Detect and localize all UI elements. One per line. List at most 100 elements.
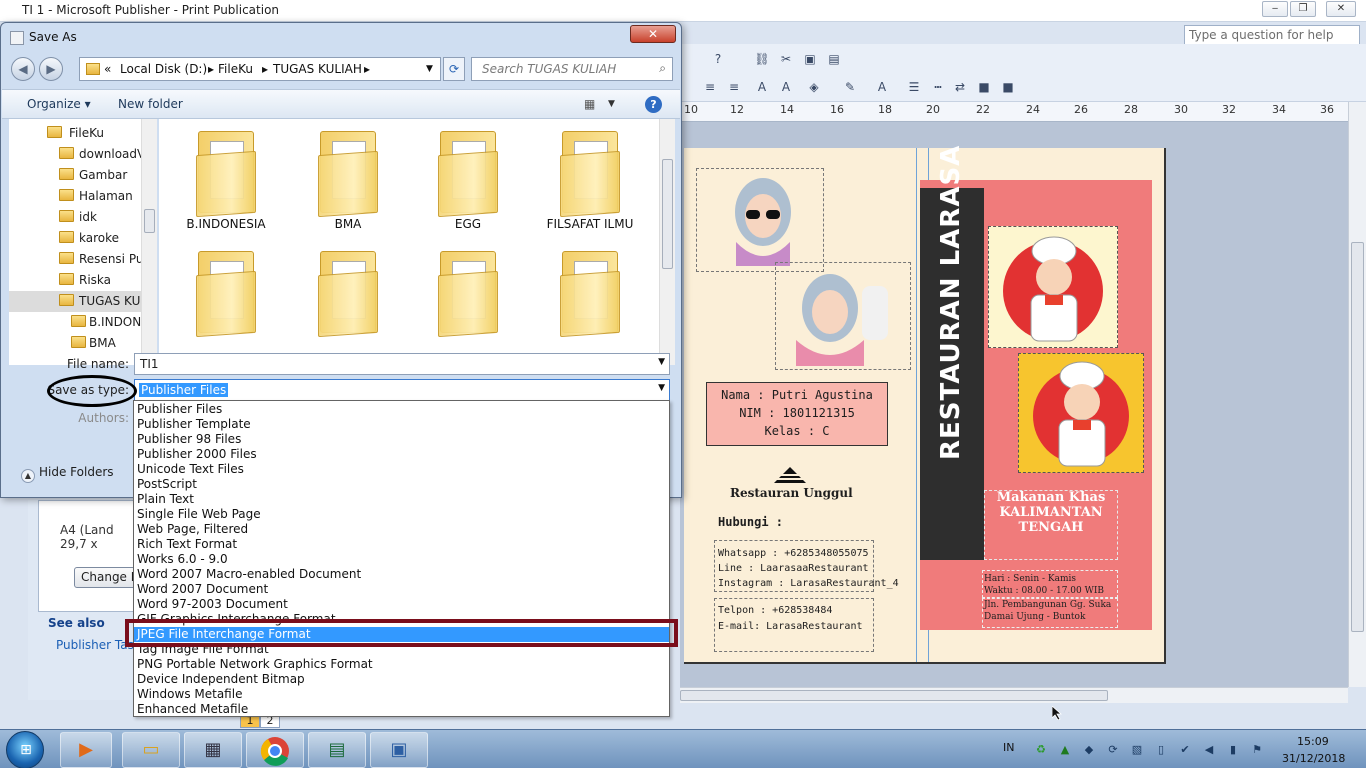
vertical-scrollbar[interactable] xyxy=(1348,102,1366,687)
save-type-option[interactable]: Publisher Template xyxy=(137,417,251,432)
organize-button[interactable]: Organize ▾ xyxy=(27,97,91,111)
shrink-font-icon[interactable]: A xyxy=(752,78,772,96)
tree-item-riska[interactable]: Riska xyxy=(9,270,149,291)
save-type-option[interactable]: Plain Text xyxy=(137,492,194,507)
restaurant-caption[interactable]: Restauran Unggul xyxy=(730,486,853,500)
tree-item-b-indonesia[interactable]: B.INDONE xyxy=(9,312,149,333)
fill-color-icon[interactable]: ◈ xyxy=(804,78,824,96)
picture-icon[interactable]: ▣ xyxy=(800,50,820,68)
help-icon[interactable]: ? xyxy=(708,50,728,68)
link-icon[interactable]: ⛓ xyxy=(752,50,772,68)
tree-item-karoke[interactable]: karoke xyxy=(9,228,149,249)
tray-sync-icon[interactable]: ⟳ xyxy=(1106,743,1120,757)
save-type-option[interactable]: PNG Portable Network Graphics Format xyxy=(137,657,373,672)
file-name-dropdown-icon[interactable]: ▼ xyxy=(658,357,665,367)
folder-item[interactable] xyxy=(171,245,281,338)
hide-folders-button[interactable]: ▲ Hide Folders xyxy=(21,465,114,483)
dialog-help-icon[interactable]: ? xyxy=(645,96,662,113)
new-folder-button[interactable]: New folder xyxy=(118,97,183,111)
language-indicator[interactable]: IN xyxy=(1003,741,1014,754)
folder-item[interactable] xyxy=(535,245,645,338)
view-icon[interactable]: ▦ xyxy=(584,97,595,111)
back-button[interactable]: ◀ xyxy=(11,57,35,81)
tray-tool-icon[interactable]: ▧ xyxy=(1130,743,1144,757)
tree-item-downloadv[interactable]: downloadV xyxy=(9,144,149,165)
save-type-option[interactable]: Device Independent Bitmap xyxy=(137,672,305,687)
horizontal-scrollbar[interactable] xyxy=(680,687,1348,703)
tray-device-icon[interactable]: ▯ xyxy=(1154,743,1168,757)
crumb-separator[interactable]: ▸ xyxy=(364,62,370,76)
save-type-option[interactable]: PostScript xyxy=(137,477,197,492)
save-type-option[interactable]: Windows Metafile xyxy=(137,687,242,702)
clock-date[interactable]: 31/12/2018 xyxy=(1282,752,1345,765)
help-search-input[interactable]: Type a question for help xyxy=(1184,25,1360,45)
save-type-option[interactable]: Word 2007 Document xyxy=(137,582,268,597)
folder-item[interactable]: BMA xyxy=(293,125,403,231)
student-info-box[interactable]: Nama : Putri Agustina NIM : 1801121315 K… xyxy=(706,382,888,446)
unlink-icon[interactable]: ✂ xyxy=(776,50,796,68)
save-type-option[interactable]: Web Page, Filtered xyxy=(137,522,248,537)
file-name-input[interactable]: TI1 ▼ xyxy=(134,353,670,375)
clock-time[interactable]: 15:09 xyxy=(1297,735,1329,748)
tree-item-gambar[interactable]: Gambar xyxy=(9,165,149,186)
picture-format-icon[interactable]: ▤ xyxy=(824,50,844,68)
dialog-close-button[interactable]: ✕ xyxy=(630,25,676,43)
save-type-option[interactable]: Single File Web Page xyxy=(137,507,261,522)
tree-item-bma[interactable]: BMA xyxy=(9,333,149,354)
refresh-icon[interactable]: ⟳ xyxy=(443,57,465,81)
address-dropdown-icon[interactable]: ▼ xyxy=(426,64,433,74)
save-type-option[interactable]: Unicode Text Files xyxy=(137,462,244,477)
crumb-overflow[interactable]: « xyxy=(104,62,111,76)
3d-style-icon[interactable]: ■ xyxy=(998,78,1018,96)
crumb-local-disk[interactable]: Local Disk (D:) xyxy=(120,62,207,76)
shadow-icon[interactable]: ■ xyxy=(974,78,994,96)
crumb-separator[interactable]: ▸ xyxy=(208,62,214,76)
chef-image-frame[interactable] xyxy=(988,226,1118,348)
action-center-icon[interactable]: ⚑ xyxy=(1250,743,1264,757)
network-signal-icon[interactable]: ▮ xyxy=(1226,743,1240,757)
tree-item-halaman[interactable]: Halaman xyxy=(9,186,149,207)
hubungi-label[interactable]: Hubungi : xyxy=(718,515,783,529)
maximize-button[interactable]: ❐ xyxy=(1290,1,1316,17)
crumb-separator[interactable]: ▸ xyxy=(262,62,268,76)
folder-item[interactable]: EGG xyxy=(413,125,523,231)
arrow-style-icon[interactable]: ⇄ xyxy=(950,78,970,96)
outdent-icon[interactable]: ≡ xyxy=(724,78,744,96)
folder-item[interactable] xyxy=(413,245,523,338)
tree-scrollbar[interactable] xyxy=(141,119,157,365)
publisher-taskbar-button[interactable]: ▤ xyxy=(308,732,366,768)
start-button[interactable]: ⊞ xyxy=(6,731,44,768)
dash-style-icon[interactable]: ┅ xyxy=(928,78,948,96)
save-type-option[interactable]: Publisher Files xyxy=(137,402,222,417)
folder-item[interactable]: FILSAFAT ILMU xyxy=(535,125,645,231)
tray-drive-icon[interactable]: ▲ xyxy=(1058,743,1072,757)
indent-icon[interactable]: ≡ xyxy=(700,78,720,96)
save-type-option[interactable]: Word 2007 Macro-enabled Document xyxy=(137,567,361,582)
line-style-icon[interactable]: ☰ xyxy=(904,78,924,96)
calculator-taskbar-button[interactable]: ▦ xyxy=(184,732,242,768)
tray-security-icon[interactable]: ✔ xyxy=(1178,743,1192,757)
folder-item[interactable] xyxy=(293,245,403,338)
folder-item[interactable]: B.INDONESIA xyxy=(171,125,281,231)
address-bar[interactable]: « Local Disk (D:) ▸ FileKu ▸ TUGAS KULIA… xyxy=(79,57,441,81)
save-type-option[interactable]: Publisher 98 Files xyxy=(137,432,241,447)
save-type-option[interactable]: Enhanced Metafile xyxy=(137,702,248,717)
tree-item-idk[interactable]: idk xyxy=(9,207,149,228)
restaurant-title[interactable]: RESTAURAN LARASA xyxy=(936,145,966,460)
control-panel-taskbar-button[interactable]: ▣ xyxy=(370,732,428,768)
tray-app-icon[interactable]: ♻ xyxy=(1034,743,1048,757)
save-type-option[interactable]: Rich Text Format xyxy=(137,537,237,552)
crumb-tugas-kuliah[interactable]: TUGAS KULIAH xyxy=(273,62,362,76)
save-type-select[interactable]: Publisher Files ▼ xyxy=(134,379,670,401)
line-color-icon[interactable]: ✎ xyxy=(840,78,860,96)
horizontal-scroll-thumb[interactable] xyxy=(680,690,1108,701)
view-dropdown-icon[interactable]: ▼ xyxy=(608,99,615,109)
save-type-option[interactable]: Publisher 2000 Files xyxy=(137,447,257,462)
search-input[interactable]: Search TUGAS KULIAH ⌕ xyxy=(471,57,673,81)
tray-network-app-icon[interactable]: ◆ xyxy=(1082,743,1096,757)
file-list-scrollbar[interactable] xyxy=(659,119,675,365)
chrome-taskbar-button[interactable] xyxy=(246,732,304,768)
tree-item-tugas-kuliah[interactable]: TUGAS KUL xyxy=(9,291,149,312)
crumb-fileku[interactable]: FileKu xyxy=(218,62,253,76)
tree-item-resensi[interactable]: Resensi Puis xyxy=(9,249,149,270)
